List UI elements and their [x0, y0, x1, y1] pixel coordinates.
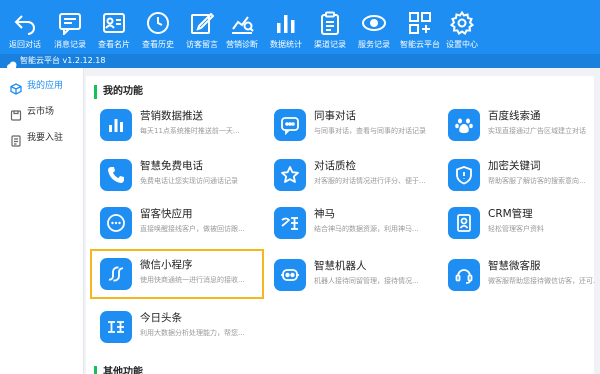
document-icon	[10, 132, 22, 147]
section-title-my-functions: 我的功能	[94, 85, 143, 99]
app-card-quick-app[interactable]: 留客快应用 直接唤醒接线客户，做被回访跟...	[90, 198, 264, 248]
app-card-encrypted-keywords[interactable]: 加密关键词 帮助客服了解访客的搜索意向...	[438, 150, 600, 200]
smart-cloud-button[interactable]: 智能云平台	[396, 0, 444, 54]
app-card-wechat-miniprogram[interactable]: 微信小程序 使用快商通统一进行消息的接收...	[90, 249, 264, 299]
bar-chart-icon	[100, 109, 132, 141]
chat-icon	[274, 109, 306, 141]
visitor-message-button[interactable]: 访客留言	[180, 0, 224, 54]
bar-chart-icon	[274, 11, 298, 35]
phone-icon	[100, 159, 132, 191]
badge-icon	[448, 207, 480, 239]
version-bar: 智能云平台 v1.2.12.18	[0, 54, 600, 70]
view-history-button[interactable]: 查看历史	[136, 0, 180, 54]
headset-icon	[448, 259, 480, 291]
store-icon	[10, 106, 22, 121]
apps-grid-icon	[408, 11, 432, 35]
section-title-other-functions: 其他功能	[94, 366, 143, 374]
toutiao-logo-icon	[100, 311, 132, 343]
more-dots-icon	[100, 207, 132, 239]
app-card-colleague-chat[interactable]: 同事对话 与同事对话，查看与同事的对话记录	[264, 100, 438, 150]
channel-records-button[interactable]: 渠道记录	[308, 0, 352, 54]
sidebar-item-join[interactable]: 我要入驻	[0, 125, 84, 151]
shield-icon	[448, 159, 480, 191]
app-card-crm[interactable]: CRM管理 轻松管理客户资料	[438, 198, 600, 248]
app-card-shenma[interactable]: 神马 结合神马的数据资源，利用神马...	[264, 198, 438, 248]
cloud-icon	[6, 56, 18, 70]
message-icon	[58, 11, 82, 35]
scrollbar[interactable]	[595, 68, 600, 374]
star-icon	[274, 159, 306, 191]
settings-button[interactable]: 设置中心	[440, 0, 484, 54]
app-card-wechat-service[interactable]: 智慧微客服 微客服帮助您接待微信访客，还可...	[438, 250, 600, 300]
main-content: 我的功能 营销数据推送 每天11点系统推时推送前一天... 同事对话 与同事对话…	[86, 76, 600, 374]
service-records-button[interactable]: 服务记录	[352, 0, 396, 54]
link-s-icon	[100, 258, 132, 290]
service-icon	[362, 11, 386, 35]
app-card-marketing-data-push[interactable]: 营销数据推送 每天11点系统推时推送前一天...	[90, 100, 264, 150]
shenma-logo-icon	[274, 207, 306, 239]
sidebar: 我的应用 云市场 我要入驻	[0, 68, 84, 374]
contact-card-icon	[102, 11, 126, 35]
gear-icon	[450, 11, 474, 35]
clock-icon	[146, 11, 170, 35]
edit-icon	[190, 11, 214, 35]
sidebar-item-my-apps[interactable]: 我的应用	[0, 73, 84, 99]
marketing-diagnosis-button[interactable]: 营销诊断	[220, 0, 264, 54]
app-card-chat-quality[interactable]: 对话质检 对客服的对话情况进行评分、便于...	[264, 150, 438, 200]
baidu-paw-icon	[448, 109, 480, 141]
app-card-baidu-lead[interactable]: 百度线索通 实现直接通过广告区域建立对话	[438, 100, 600, 150]
robot-icon	[274, 259, 306, 291]
version-text: 智能云平台 v1.2.12.18	[20, 56, 106, 65]
app-card-smart-robot[interactable]: 智慧机器人 机器人接待同留管理，接待情况...	[264, 250, 438, 300]
cube-icon	[10, 80, 22, 95]
back-arrow-icon	[13, 11, 37, 35]
app-card-toutiao[interactable]: 今日头条 利用大数据分析处理能力，帮您...	[90, 302, 264, 352]
view-card-button[interactable]: 查看名片	[92, 0, 136, 54]
diagnosis-chart-icon	[230, 11, 254, 35]
data-stats-button[interactable]: 数据统计	[264, 0, 308, 54]
message-records-button[interactable]: 消息记录	[48, 0, 92, 54]
app-card-free-call[interactable]: 智慧免费电话 免费电话让您实现访问通话记录	[90, 150, 264, 200]
clipboard-icon	[318, 11, 342, 35]
back-to-chat-button[interactable]: 返回对话	[0, 0, 50, 54]
sidebar-item-cloud-market[interactable]: 云市场	[0, 99, 84, 125]
